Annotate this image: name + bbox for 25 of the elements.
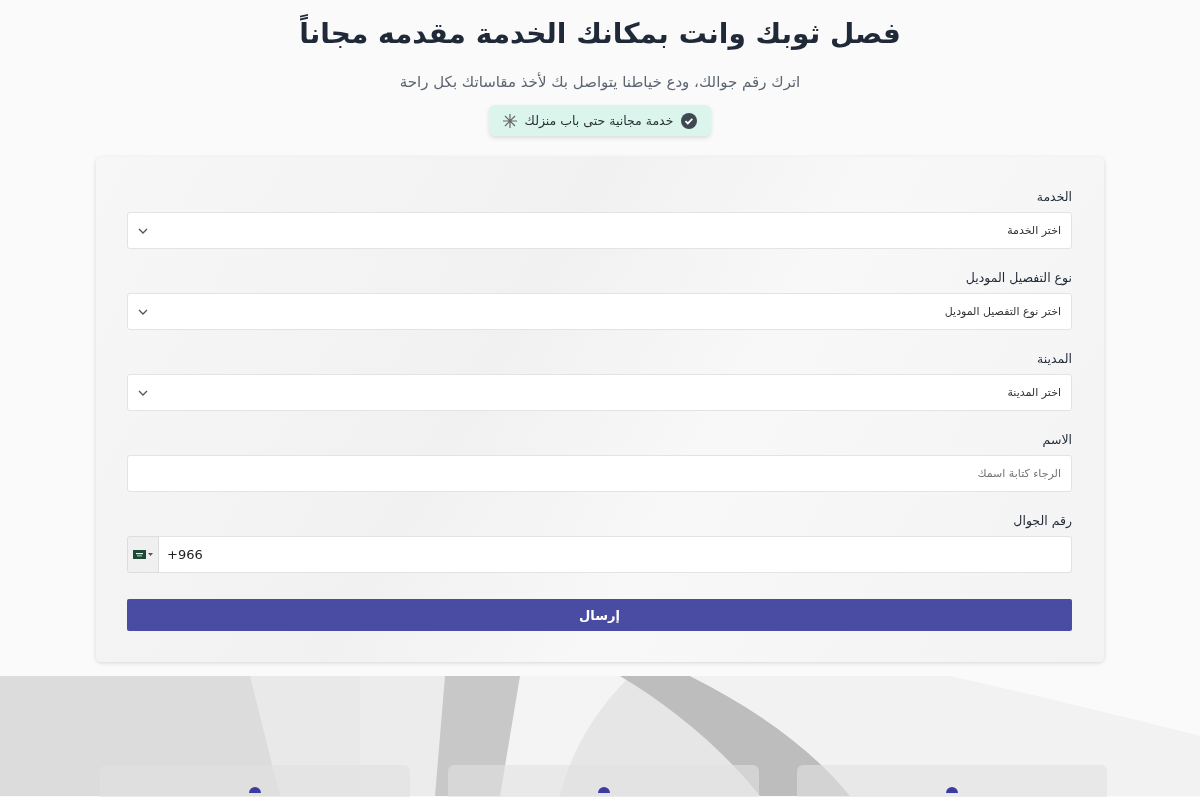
- select-field[interactable]: اختر المدينة: [127, 374, 1072, 411]
- sparkle-icon: [502, 113, 517, 128]
- submit-button[interactable]: إرسال: [127, 599, 1072, 631]
- field-label: نوع التفصيل الموديل: [964, 269, 1072, 287]
- feature-icon: [945, 787, 958, 793]
- field-label: الاسم: [1041, 431, 1072, 449]
- field-label: المدينة: [1035, 350, 1072, 368]
- feature-icon: [597, 787, 610, 793]
- field-label: الخدمة: [1035, 188, 1072, 206]
- country-picker[interactable]: [127, 536, 159, 573]
- chevron-down-icon: [138, 308, 148, 315]
- select-field[interactable]: اختر الخدمة: [127, 212, 1072, 249]
- field-label: رقم الجوال: [1012, 512, 1072, 530]
- subtitle: اترك رقم جوالك، ودع خياطنا يتواصل بك لأخذ مقاساتك بكل راحة: [399, 72, 801, 92]
- chevron-down-icon: [138, 389, 148, 396]
- select-field[interactable]: اختر نوع التفصيل الموديل: [127, 293, 1072, 330]
- check-circle-icon: [681, 112, 698, 129]
- flag-icon: [133, 550, 146, 559]
- feature-icon: [249, 787, 262, 793]
- page-title: فصل ثوبك وانت بمكانك الخدمة مقدمه مجاناً: [299, 16, 901, 52]
- caret-icon: [148, 553, 153, 556]
- chevron-down-icon: [138, 227, 148, 234]
- phone-field[interactable]: +966: [159, 536, 1072, 573]
- badge-text: خدمة مجانية حتى باب منزلك: [524, 113, 674, 128]
- name-field[interactable]: الرجاء كتابة اسمك: [127, 455, 1072, 492]
